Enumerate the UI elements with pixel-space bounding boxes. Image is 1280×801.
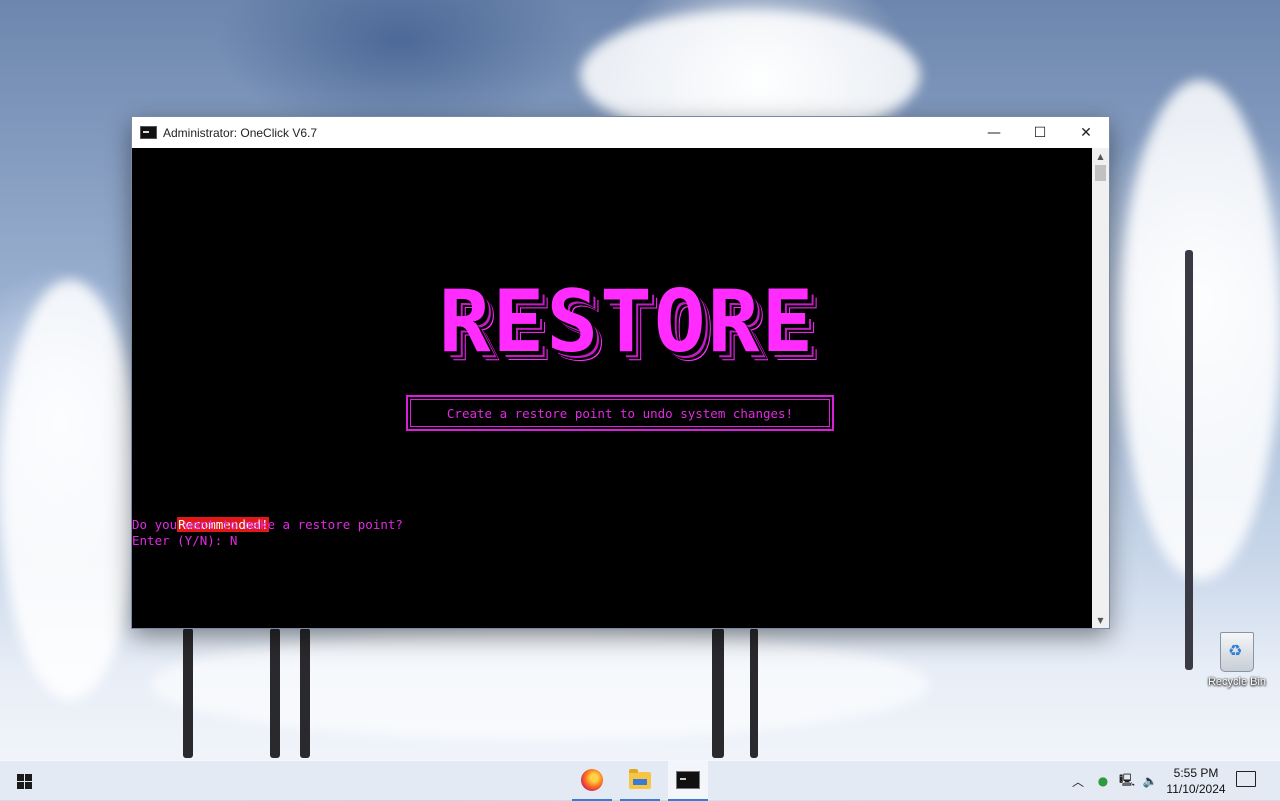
tree-trunk	[750, 628, 758, 758]
maximize-button[interactable]: ☐	[1017, 117, 1063, 148]
tree-trunk	[712, 628, 724, 758]
snow-decoration	[1120, 80, 1280, 580]
firefox-icon	[581, 769, 603, 791]
clock-time: 5:55 PM	[1173, 766, 1219, 780]
window-controls: — ☐ ✕	[971, 117, 1109, 148]
prompt-line[interactable]: Enter (Y/N): N	[132, 533, 237, 549]
clock-date: 11/10/2024	[1166, 782, 1226, 796]
taskbar-file-explorer[interactable]	[620, 761, 660, 801]
minimize-button[interactable]: —	[971, 117, 1017, 148]
tree-trunk	[1185, 250, 1193, 670]
cmd-icon	[140, 126, 157, 139]
windows-logo-icon	[16, 773, 32, 789]
console-output[interactable]: RESTORE Create a restore point to undo s…	[132, 148, 1092, 628]
scroll-thumb[interactable]	[1095, 165, 1106, 181]
banner: RESTORE	[392, 274, 862, 370]
snow-decoration	[150, 630, 930, 740]
subtitle-box: Create a restore point to undo system ch…	[406, 395, 834, 431]
taskbar-firefox[interactable]	[572, 761, 612, 801]
title-bar[interactable]: Administrator: OneClick V6.7 — ☐ ✕	[132, 117, 1109, 148]
taskbar-command-prompt[interactable]	[668, 761, 708, 801]
volume-icon[interactable]: 🔈	[1140, 761, 1160, 801]
network-icon[interactable]: 🖳	[1116, 761, 1138, 801]
snow-decoration	[0, 280, 140, 700]
recycle-bin-label: Recycle Bin	[1207, 676, 1267, 688]
console-window[interactable]: Administrator: OneClick V6.7 — ☐ ✕ RESTO…	[132, 117, 1109, 628]
question-line: Do you want to make a restore point?	[132, 517, 403, 532]
people-icon[interactable]: ●	[1092, 761, 1114, 801]
chevron-up-icon[interactable]: ︿	[1068, 761, 1088, 801]
vertical-scrollbar[interactable]: ▲ ▼	[1092, 148, 1109, 628]
scroll-up-arrow-icon[interactable]: ▲	[1092, 148, 1109, 164]
tree-trunk	[270, 628, 280, 758]
recycle-bin-icon	[1220, 632, 1254, 672]
folder-icon	[629, 768, 651, 789]
subtitle-text: Create a restore point to undo system ch…	[446, 405, 794, 421]
taskbar: ︿ ● 🖳 🔈 5:55 PM 11/10/2024	[0, 760, 1280, 801]
window-title: Administrator: OneClick V6.7	[163, 125, 318, 140]
recycle-bin[interactable]: Recycle Bin	[1204, 632, 1270, 688]
notification-icon[interactable]	[1236, 771, 1256, 787]
tree-trunk	[300, 628, 310, 758]
tree-trunk	[183, 628, 193, 758]
start-button[interactable]	[0, 761, 48, 801]
banner-text: RESTORE	[438, 272, 816, 372]
cmd-icon	[676, 771, 700, 789]
scroll-down-arrow-icon[interactable]: ▼	[1092, 612, 1109, 628]
close-button[interactable]: ✕	[1063, 117, 1109, 148]
clock[interactable]: 5:55 PM 11/10/2024	[1160, 765, 1232, 797]
